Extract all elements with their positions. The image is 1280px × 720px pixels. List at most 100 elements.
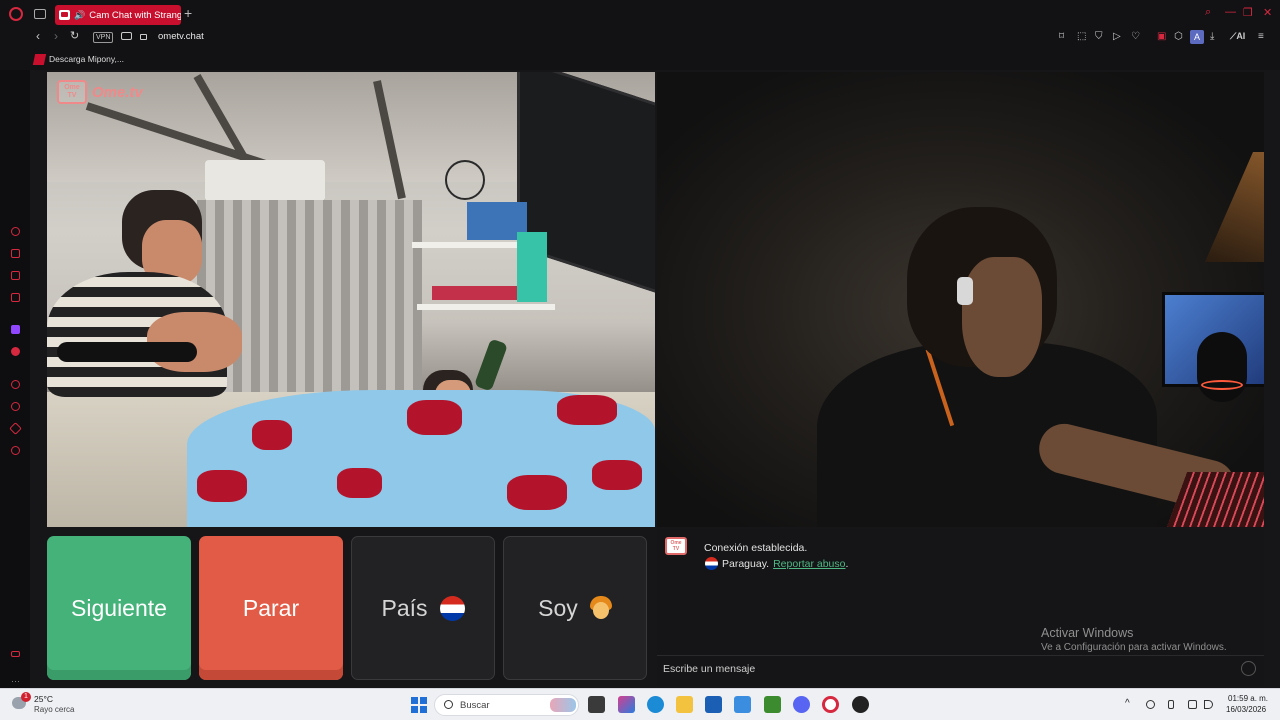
logo-box-bottom: TV xyxy=(67,92,77,99)
taskbar-search[interactable]: Buscar xyxy=(434,694,579,716)
stop-button[interactable]: Parar xyxy=(199,536,343,680)
boy-avatar-icon xyxy=(589,596,612,620)
heart-icon[interactable]: ♡ xyxy=(1131,31,1140,42)
system-message-connected: Conexión establecida. xyxy=(704,542,808,554)
tab-audio-icon[interactable]: 🔊 xyxy=(74,10,85,21)
shelf-image xyxy=(417,304,555,310)
minecraft-icon[interactable] xyxy=(764,696,781,713)
search-label: Buscar xyxy=(460,700,490,711)
store-icon[interactable] xyxy=(705,696,722,713)
aria-ai-button[interactable]: ⟋AI xyxy=(1230,31,1245,42)
activate-windows-subtitle: Ve a Configuración para activar Windows. xyxy=(1041,642,1227,653)
bookmarks-bar: Descarga Mipony,... xyxy=(0,46,1280,70)
profile-avatar[interactable]: A xyxy=(1190,30,1204,44)
app-icon[interactable] xyxy=(11,293,20,302)
back-button[interactable]: ‹ xyxy=(36,29,40,43)
task-view-icon[interactable] xyxy=(588,696,605,713)
gender-label: Soy xyxy=(538,594,578,621)
weather-description[interactable]: Rayo cerca xyxy=(34,705,74,714)
player-icon[interactable] xyxy=(11,380,20,389)
stop-label: Parar xyxy=(242,594,300,621)
emoji-icon[interactable] xyxy=(1241,661,1256,676)
microphone-image xyxy=(1197,332,1247,402)
snapshot-icon[interactable]: ⬚ xyxy=(1077,31,1086,42)
blanket-pattern xyxy=(197,470,247,502)
gender-button[interactable]: Soy xyxy=(503,536,647,680)
close-button[interactable]: ✕ xyxy=(1263,6,1272,19)
ometv-logo-icon: Ome TV xyxy=(57,80,87,104)
opera-sidebar: ··· xyxy=(0,70,30,688)
extensions-icon[interactable] xyxy=(9,422,22,435)
menu-icon[interactable]: ≡ xyxy=(1258,31,1264,42)
url-field[interactable]: ometv.chat xyxy=(158,31,204,42)
headphone-image xyxy=(957,277,973,305)
reload-button[interactable]: ↻ xyxy=(70,29,79,42)
sidebar-settings-icon[interactable] xyxy=(11,651,20,657)
address-bar: ‹ › ↻ VPN ometv.chat ⌑ ⬚ ⛉ ▷ ♡ ▣ ⬡ A ⤓ ⟋… xyxy=(0,28,1280,46)
lamp-image xyxy=(1205,152,1264,262)
ometv-logo-text: Ome.tv xyxy=(92,84,143,101)
forward-button[interactable]: › xyxy=(54,29,58,43)
stranger-video xyxy=(657,72,1264,527)
windows-taskbar: 1 25°C Rayo cerca Buscar ^ 01:59 a. m. 1… xyxy=(0,688,1280,720)
app-taskbar-icon[interactable] xyxy=(852,696,869,713)
volume-icon[interactable] xyxy=(1204,700,1213,709)
more-icon[interactable]: ··· xyxy=(11,676,20,686)
download-icon[interactable]: ⤓ xyxy=(1210,31,1214,42)
extension-icon[interactable]: ▣ xyxy=(1157,31,1166,42)
bookmark-favicon-icon xyxy=(32,54,47,65)
copilot-icon[interactable] xyxy=(618,696,635,713)
new-tab-button[interactable]: + xyxy=(184,5,192,21)
app-badge-icon[interactable] xyxy=(11,347,20,356)
tab-switcher-icon[interactable] xyxy=(34,9,46,19)
messenger-icon[interactable] xyxy=(11,271,20,280)
tray-app-icon[interactable] xyxy=(1146,700,1155,709)
weather-temperature[interactable]: 25°C xyxy=(34,694,53,704)
hanging-lamp-image xyxy=(445,160,485,200)
bookmark-page-icon[interactable]: ⌑ xyxy=(1059,31,1064,42)
next-label: Siguiente xyxy=(71,594,167,621)
report-abuse-link[interactable]: Reportar abuso xyxy=(773,558,845,570)
shopping-bag-icon[interactable] xyxy=(11,249,20,258)
maximize-button[interactable]: ❐ xyxy=(1243,6,1253,19)
extensions-puzzle-icon[interactable]: ⬡ xyxy=(1174,31,1183,42)
air-conditioner-image xyxy=(205,160,325,202)
edge-icon[interactable] xyxy=(647,696,664,713)
camera-permission-icon[interactable] xyxy=(121,32,132,40)
stranger-face-image xyxy=(962,257,1042,377)
show-hidden-icons[interactable]: ^ xyxy=(1125,698,1130,709)
clock-time[interactable]: 01:59 a. m. xyxy=(1228,694,1268,703)
clock-date[interactable]: 16/03/2026 xyxy=(1226,705,1266,714)
adblock-shield-icon[interactable]: ⛉ xyxy=(1095,31,1103,42)
mail-icon[interactable] xyxy=(734,696,751,713)
vpn-badge[interactable]: VPN xyxy=(93,32,114,43)
country-button[interactable]: País xyxy=(351,536,495,680)
opera-taskbar-icon[interactable] xyxy=(822,696,839,713)
play-icon[interactable]: ▷ xyxy=(1113,31,1121,42)
search-icon xyxy=(444,700,453,709)
start-windows-icon[interactable] xyxy=(411,697,427,713)
search-tabs-icon[interactable]: ⌕ xyxy=(1205,6,1211,19)
lock-icon[interactable] xyxy=(140,34,147,40)
logo-box-top: Ome xyxy=(64,84,80,91)
microphone-ring-image xyxy=(1201,380,1243,390)
history-icon[interactable] xyxy=(11,402,20,411)
message-input[interactable] xyxy=(663,660,1223,678)
twitch-icon[interactable] xyxy=(11,325,20,334)
opera-logo-icon[interactable] xyxy=(9,7,23,21)
bookmark-mipony[interactable]: Descarga Mipony,... xyxy=(49,54,124,64)
network-icon[interactable] xyxy=(1188,700,1197,709)
next-button[interactable]: Siguiente xyxy=(47,536,191,680)
blanket-pattern xyxy=(592,460,642,490)
tab-title: Cam Chat with Strange xyxy=(89,9,181,21)
message-input-bar xyxy=(657,655,1264,681)
minimize-button[interactable]: — xyxy=(1225,6,1236,18)
file-explorer-icon[interactable] xyxy=(676,696,693,713)
browser-tab-bar: 🔊 Cam Chat with Strange + ⌕ — ❐ ✕ xyxy=(0,0,1280,28)
discord-icon[interactable] xyxy=(793,696,810,713)
speed-dial-icon[interactable] xyxy=(11,227,20,236)
tab-ometv[interactable]: 🔊 Cam Chat with Strange xyxy=(55,5,181,25)
microphone-tray-icon[interactable] xyxy=(1168,700,1174,709)
blanket-pattern xyxy=(252,420,292,450)
settings-icon[interactable] xyxy=(11,446,20,455)
